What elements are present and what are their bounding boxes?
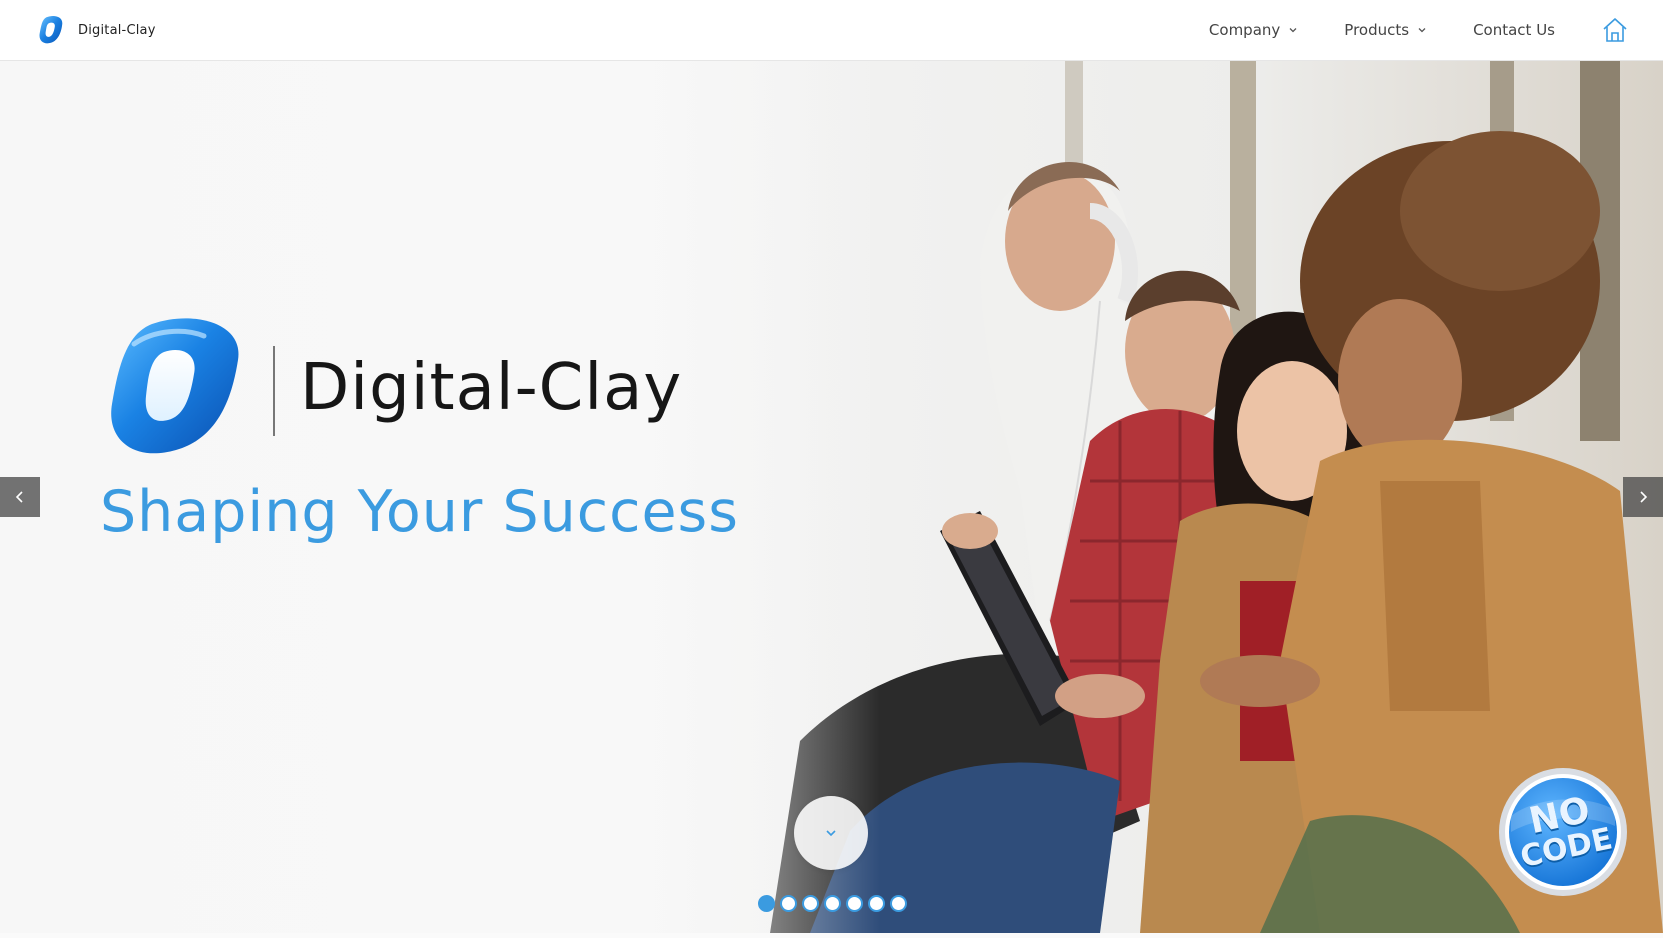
chevron-down-icon [826,830,836,837]
slide-dot-3[interactable] [802,895,819,912]
logo-divider [273,346,275,436]
slide-dot-1[interactable] [758,895,775,912]
nav-contact-us-label: Contact Us [1473,21,1555,39]
slide-dot-7[interactable] [890,895,907,912]
slide-dot-4[interactable] [824,895,841,912]
chevron-down-icon [1289,28,1297,33]
chevron-right-icon [1640,491,1648,503]
brand-link[interactable]: Digital-Clay [36,14,156,46]
digital-clay-logo-large-icon [111,318,239,454]
hero-tagline: Shaping Your Success [100,479,739,545]
brand-name: Digital-Clay [78,22,156,38]
slide-dot-5[interactable] [846,895,863,912]
bottom-strip [0,933,1663,938]
nav-company-label: Company [1208,21,1281,39]
slider-next-button[interactable] [1623,477,1663,517]
hero-slider: Digital-Clay Shaping Your Success NO COD… [0,61,1663,933]
slider-pagination [758,895,907,912]
slide-dot-2[interactable] [780,895,797,912]
digital-clay-logo-icon [39,15,63,44]
chevron-left-icon [15,491,23,503]
chevron-down-icon [1418,28,1426,33]
hero-brand-name: Digital-Clay [300,351,683,425]
no-code-badge[interactable]: NO CODE [1497,766,1629,898]
slide-dot-6[interactable] [868,895,885,912]
top-navbar: Digital-Clay Company Products Contact Us [0,0,1663,61]
nav-products-label: Products [1344,21,1410,39]
scroll-down-button[interactable] [794,796,868,870]
main-nav: Company Products Contact Us [1209,0,1663,60]
nav-company[interactable]: Company [1209,21,1298,39]
no-code-badge-text: NO CODE [1485,754,1642,911]
nav-contact-us[interactable]: Contact Us [1473,21,1555,39]
nav-products[interactable]: Products [1344,21,1427,39]
home-icon[interactable] [1601,16,1629,44]
slider-prev-button[interactable] [0,477,40,517]
